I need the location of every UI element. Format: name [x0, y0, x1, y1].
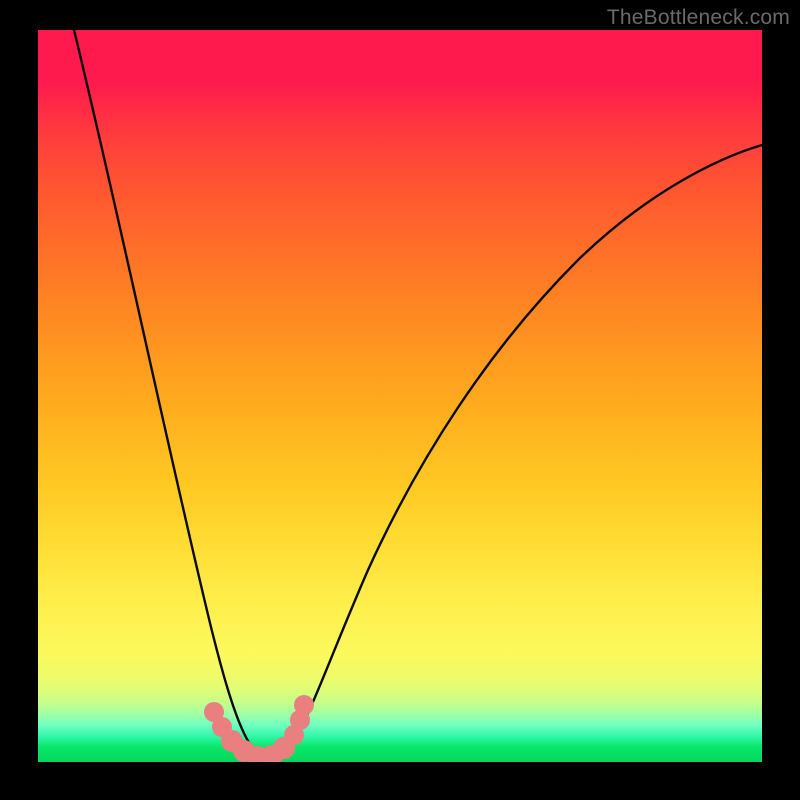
- watermark-text: TheBottleneck.com: [607, 6, 790, 30]
- chart-plot-area: [38, 30, 762, 762]
- curve-marker: [294, 695, 314, 715]
- chart-svg: [38, 30, 762, 762]
- bottleneck-curve: [74, 30, 762, 758]
- valley-markers: [204, 695, 314, 762]
- chart-frame: TheBottleneck.com: [0, 0, 800, 800]
